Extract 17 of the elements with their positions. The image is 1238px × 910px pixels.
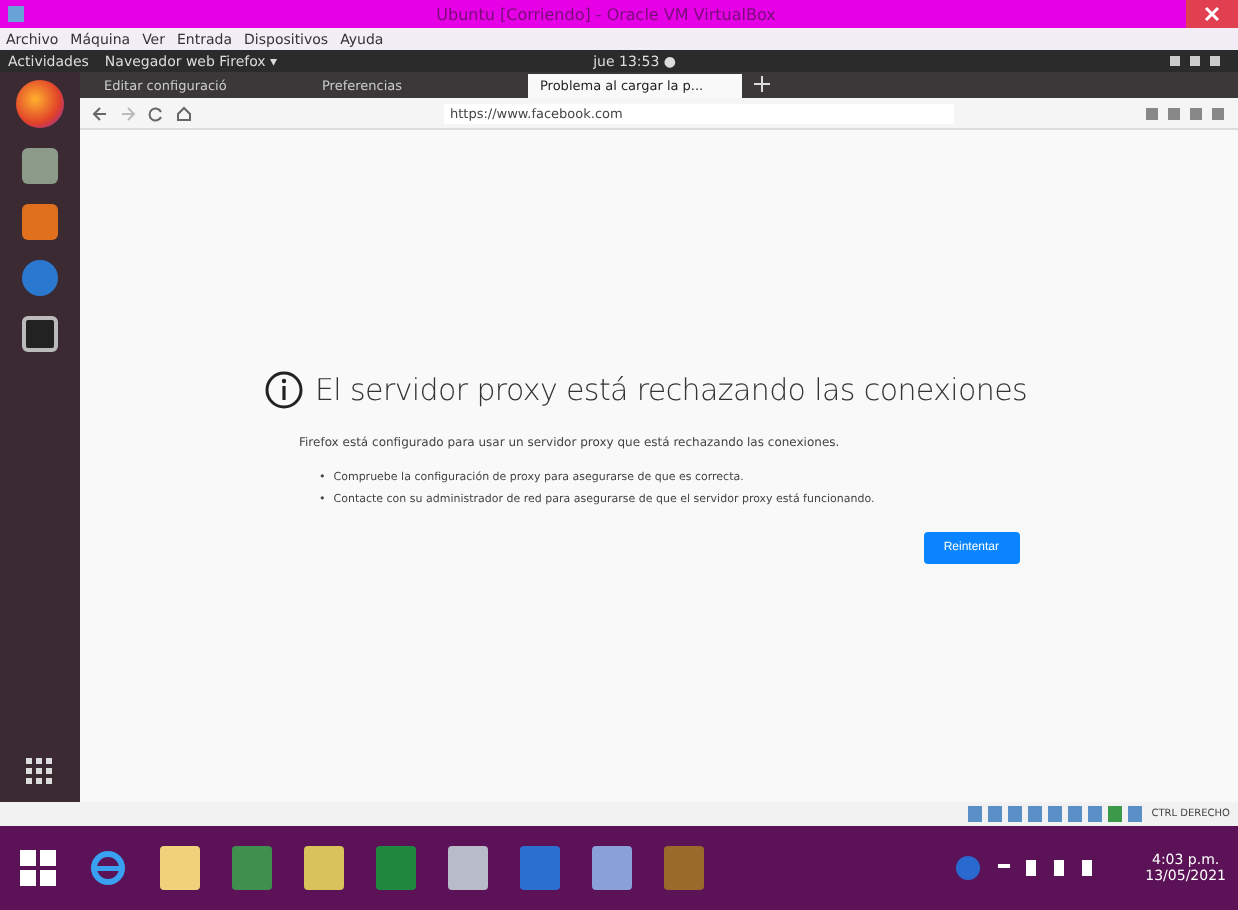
back-icon[interactable] — [92, 105, 108, 121]
plus-icon[interactable] — [754, 76, 770, 92]
close-icon — [1204, 6, 1220, 22]
reload-icon[interactable] — [148, 105, 164, 121]
windows-start-icon[interactable] — [20, 850, 56, 886]
forward-icon[interactable] — [120, 105, 136, 121]
browser-icon[interactable] — [16, 80, 64, 128]
window-title: Ubuntu [Corriendo] - Oracle VM VirtualBox — [434, 5, 778, 23]
error-title: El servidor proxy está rechazando las conexiones — [315, 372, 1028, 408]
close-button[interactable] — [1186, 0, 1238, 28]
toolbar-icons[interactable] — [1146, 105, 1226, 121]
browser-icon[interactable] — [88, 848, 128, 888]
app-grid-icon[interactable] — [26, 758, 54, 786]
device-status-icons[interactable] — [967, 806, 1148, 822]
terminal-icon[interactable] — [22, 316, 58, 352]
info-icon — [263, 370, 303, 410]
home-icon[interactable] — [176, 105, 192, 121]
